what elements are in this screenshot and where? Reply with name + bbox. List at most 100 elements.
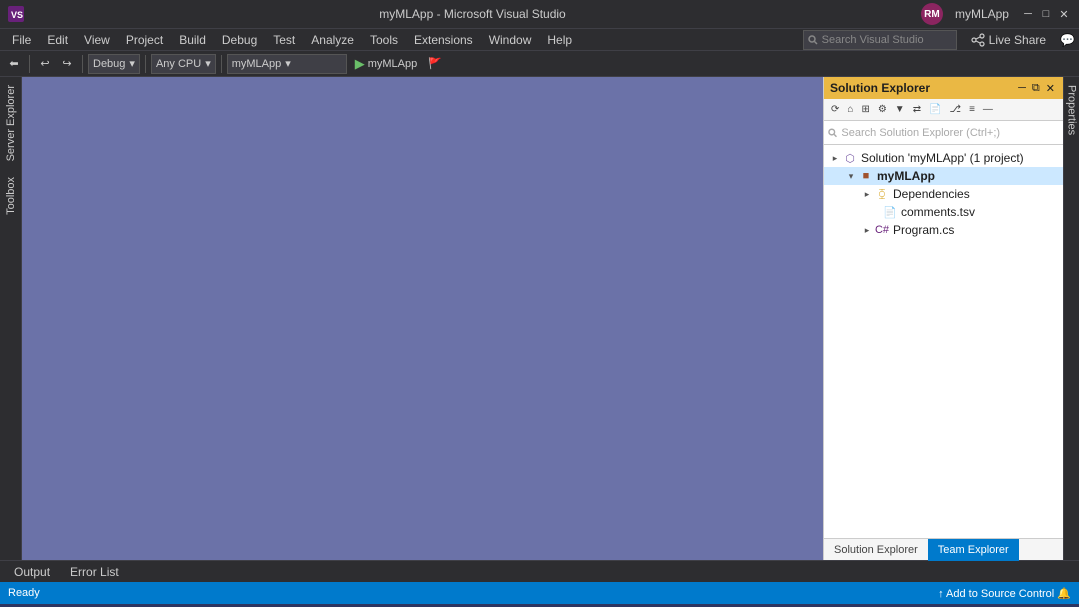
- menu-file[interactable]: File: [4, 29, 39, 51]
- debug-config-dropdown[interactable]: Debug ▾: [88, 54, 140, 74]
- search-icon: [808, 35, 818, 45]
- status-right[interactable]: ↑ Add to Source Control 🔔: [938, 587, 1071, 600]
- tree-item-program[interactable]: ▸ C# Program.cs: [824, 221, 1063, 239]
- maximize-button[interactable]: □: [1039, 7, 1053, 21]
- project-label: myMLApp: [877, 169, 935, 183]
- solution-label: Solution 'myMLApp' (1 project): [861, 151, 1024, 165]
- se-float-button[interactable]: ⧉: [1030, 82, 1042, 95]
- debug-config-arrow: ▾: [129, 57, 135, 70]
- status-left: Ready: [8, 587, 40, 599]
- toolbar-separator-1: [29, 55, 30, 73]
- startup-project-arrow: ▾: [285, 57, 291, 70]
- title-bar-left: VS: [8, 6, 24, 22]
- bottom-tabs: Output Error List: [0, 560, 1079, 582]
- se-tool-git[interactable]: ⎇: [947, 103, 965, 116]
- debug-config-label: Debug: [93, 58, 125, 70]
- menu-window[interactable]: Window: [481, 29, 540, 51]
- se-tab-team-explorer[interactable]: Team Explorer: [928, 539, 1019, 561]
- solution-arrow: ▸: [828, 153, 842, 164]
- svg-text:VS: VS: [11, 10, 23, 20]
- app-name-label: myMLApp: [955, 7, 1009, 21]
- tree-item-project[interactable]: ▾ ■ myMLApp: [824, 167, 1063, 185]
- se-tab-solution-explorer[interactable]: Solution Explorer: [824, 539, 928, 561]
- program-file-icon: C#: [874, 222, 890, 238]
- se-tool-filter[interactable]: ▼: [892, 103, 908, 116]
- close-button[interactable]: ✕: [1057, 7, 1071, 21]
- solution-explorer-bottom-tabs: Solution Explorer Team Explorer: [824, 538, 1063, 560]
- project-arrow: ▾: [844, 171, 858, 182]
- menu-view[interactable]: View: [76, 29, 118, 51]
- se-tool-home[interactable]: ⌂: [844, 103, 856, 116]
- platform-label: Any CPU: [156, 58, 201, 70]
- platform-arrow: ▾: [205, 57, 211, 70]
- menu-build[interactable]: Build: [171, 29, 214, 51]
- dependencies-arrow: ▸: [860, 189, 874, 200]
- dependencies-icon: ⧲: [874, 186, 890, 202]
- search-input[interactable]: [822, 34, 952, 46]
- tab-error-list[interactable]: Error List: [60, 562, 129, 582]
- menu-bar: File Edit View Project Build Debug Test …: [0, 28, 1079, 50]
- toolbar-flag-button[interactable]: 🚩: [425, 54, 445, 74]
- window-title: myMLApp - Microsoft Visual Studio: [379, 7, 566, 21]
- se-close-button[interactable]: ✕: [1044, 82, 1057, 95]
- toolbar-separator-3: [145, 55, 146, 73]
- feedback-icon[interactable]: 💬: [1060, 33, 1075, 47]
- menu-debug[interactable]: Debug: [214, 29, 265, 51]
- tree-item-dependencies[interactable]: ▸ ⧲ Dependencies: [824, 185, 1063, 203]
- comments-file-icon: 📄: [882, 204, 898, 220]
- menu-analyze[interactable]: Analyze: [303, 29, 362, 51]
- add-to-source-control[interactable]: ↑ Add to Source Control 🔔: [938, 587, 1071, 600]
- right-sidebar: Properties: [1063, 77, 1079, 560]
- user-avatar[interactable]: RM: [921, 3, 943, 25]
- menu-test[interactable]: Test: [265, 29, 303, 51]
- se-search-input[interactable]: [841, 127, 1059, 139]
- menu-extensions[interactable]: Extensions: [406, 29, 481, 51]
- search-box[interactable]: [803, 30, 957, 50]
- se-tool-preview[interactable]: —: [980, 103, 996, 116]
- play-icon: ▶: [355, 56, 365, 72]
- se-tool-settings[interactable]: ⚙: [875, 103, 890, 116]
- project-icon: ■: [858, 168, 874, 184]
- se-tool-show-files[interactable]: 📄: [926, 103, 944, 116]
- tree-item-solution[interactable]: ▸ ⬡ Solution 'myMLApp' (1 project): [824, 149, 1063, 167]
- solution-explorer-title-buttons: ─ ⧉ ✕: [1016, 82, 1057, 95]
- toolbar-undo-button[interactable]: ↩: [35, 54, 55, 74]
- se-tool-properties[interactable]: ≡: [966, 103, 978, 116]
- status-ready: Ready: [8, 587, 40, 599]
- main-layout: Server Explorer Toolbox Solution Explore…: [0, 77, 1079, 560]
- solution-icon: ⬡: [842, 150, 858, 166]
- live-share-button[interactable]: Live Share: [965, 31, 1052, 49]
- menu-project[interactable]: Project: [118, 29, 171, 51]
- toolbar-separator-4: [221, 55, 222, 73]
- vs-icon: VS: [8, 6, 24, 22]
- platform-dropdown[interactable]: Any CPU ▾: [151, 54, 216, 74]
- se-tool-collapse[interactable]: ⊞: [858, 103, 872, 116]
- solution-explorer: Solution Explorer ─ ⧉ ✕ ⟳ ⌂ ⊞ ⚙ ▼ ⇄ 📄 ⎇ …: [823, 77, 1063, 560]
- right-tab-properties[interactable]: Properties: [1064, 77, 1079, 143]
- se-tool-refresh[interactable]: ⟳: [828, 103, 842, 116]
- sidebar-tab-server-explorer[interactable]: Server Explorer: [2, 77, 20, 169]
- startup-project-label: myMLApp: [232, 58, 282, 70]
- run-button[interactable]: ▶ myMLApp: [349, 54, 424, 74]
- minimize-button[interactable]: ─: [1021, 7, 1035, 21]
- solution-explorer-tree: ▸ ⬡ Solution 'myMLApp' (1 project) ▾ ■ m…: [824, 145, 1063, 538]
- menu-tools[interactable]: Tools: [362, 29, 406, 51]
- tab-output[interactable]: Output: [4, 562, 60, 582]
- solution-explorer-search[interactable]: [824, 121, 1063, 145]
- solution-explorer-title-bar: Solution Explorer ─ ⧉ ✕: [824, 77, 1063, 99]
- live-share-icon: [971, 33, 985, 47]
- toolbar-redo-button[interactable]: ↪: [57, 54, 77, 74]
- sidebar-tab-toolbox[interactable]: Toolbox: [2, 169, 20, 223]
- program-arrow: ▸: [860, 225, 874, 236]
- se-pin-button[interactable]: ─: [1016, 82, 1028, 95]
- menu-edit[interactable]: Edit: [39, 29, 76, 51]
- toolbar-row: ⬅ ↩ ↪ Debug ▾ Any CPU ▾ myMLApp ▾ ▶ myML…: [0, 50, 1079, 77]
- toolbar-back-button[interactable]: ⬅: [4, 54, 24, 74]
- se-tool-sync[interactable]: ⇄: [910, 103, 924, 116]
- startup-project-dropdown[interactable]: myMLApp ▾: [227, 54, 347, 74]
- se-search-icon: [828, 128, 837, 138]
- menu-help[interactable]: Help: [539, 29, 580, 51]
- solution-explorer-title: Solution Explorer: [830, 81, 930, 95]
- tree-item-comments[interactable]: 📄 comments.tsv: [824, 203, 1063, 221]
- status-bar: Ready ↑ Add to Source Control 🔔: [0, 582, 1079, 604]
